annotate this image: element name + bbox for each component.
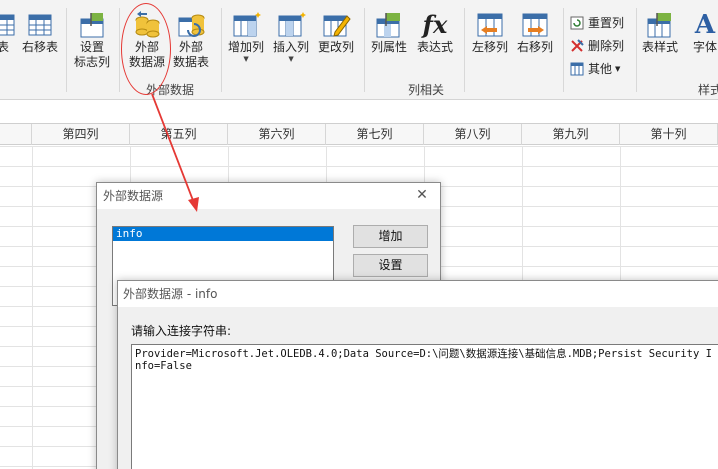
app-window: 表 右移表 设置 标志列 外部 数据源 外部 数据表 增加列 ▼ 插入列 ▼ 更… <box>0 0 718 469</box>
annotation-arrow <box>151 93 199 212</box>
